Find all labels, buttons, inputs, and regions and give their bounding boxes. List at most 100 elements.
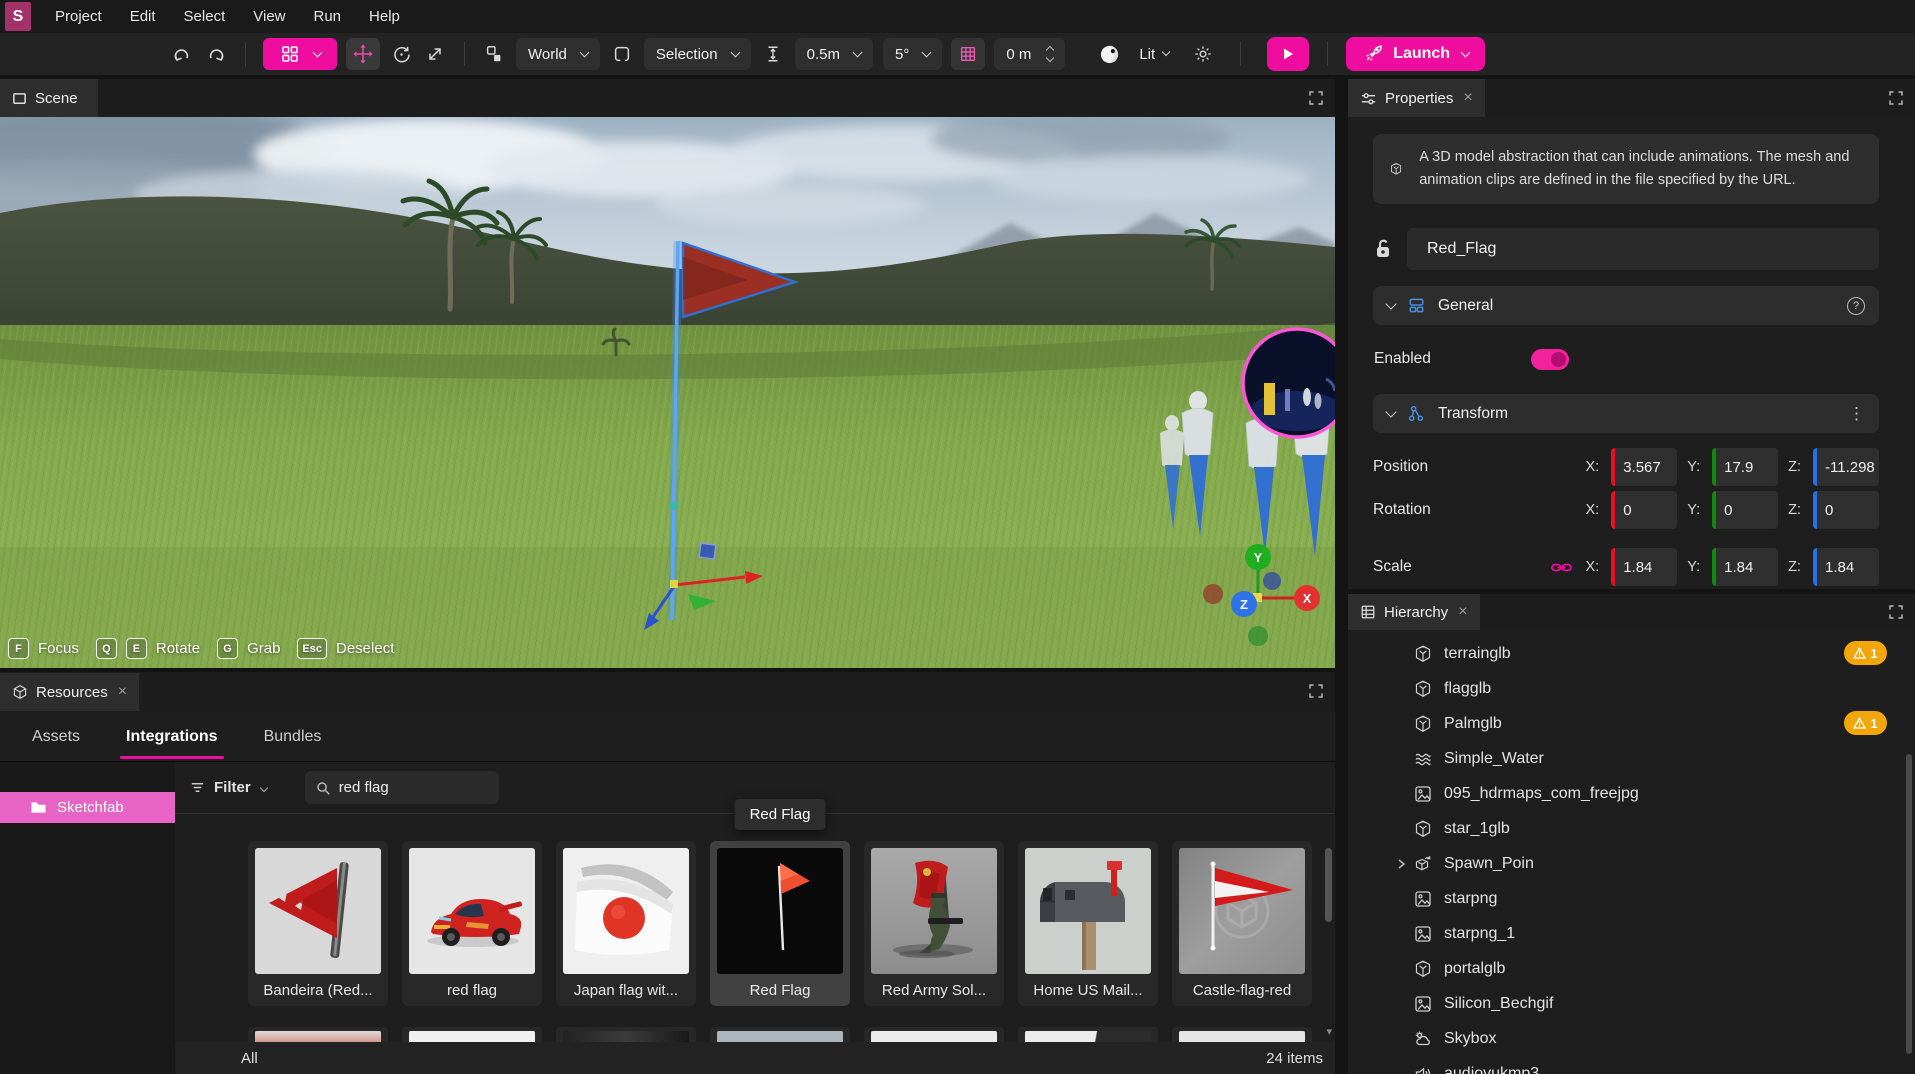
viewport-3d[interactable]: Y X Z FFocusQERotateGGrabEscDeselect (0, 117, 1335, 668)
coordinate-space-dropdown[interactable]: World (516, 38, 600, 70)
settings-button[interactable] (1186, 38, 1220, 70)
resource-thumbnail (409, 848, 535, 974)
play-button[interactable] (1267, 37, 1309, 71)
menu-item-view[interactable]: View (239, 0, 299, 33)
value-field-x[interactable]: 0 (1611, 491, 1677, 529)
expand-icon[interactable] (1889, 91, 1903, 105)
launch-button[interactable]: Launch (1346, 37, 1485, 71)
hierarchy-item-Palmglb[interactable]: Palmglb1 (1348, 706, 1915, 741)
value-field-y[interactable]: 17.9 (1712, 448, 1778, 486)
menu-item-edit[interactable]: Edit (116, 0, 170, 33)
resource-card-partial[interactable] (1172, 1027, 1312, 1042)
filter-button[interactable]: Filter (189, 779, 267, 796)
value-field-y[interactable]: 0 (1712, 491, 1778, 529)
value-field-z[interactable]: 0 (1813, 491, 1879, 529)
stepper-arrows[interactable] (1047, 47, 1053, 61)
hierarchy-item-Skybox[interactable]: Skybox (1348, 1021, 1915, 1056)
grid-snap-toggle[interactable] (951, 38, 985, 70)
hierarchy-item-star_1glb[interactable]: star_1glb (1348, 811, 1915, 846)
redo-button[interactable] (199, 38, 233, 70)
tab-integrations[interactable]: Integrations (124, 715, 220, 759)
value-field-x[interactable]: 1.84 (1611, 548, 1677, 586)
hierarchy-item-Simple_Water[interactable]: Simple_Water (1348, 741, 1915, 776)
hierarchy-item-audiovukmp3[interactable]: audiovukmp3 (1348, 1056, 1915, 1074)
kebab-menu-icon[interactable]: ⋮ (1848, 404, 1865, 424)
section-general[interactable]: General ? (1373, 286, 1879, 325)
hierarchy-item-Spawn_Poin[interactable]: Spawn_Poin (1348, 846, 1915, 881)
expand-icon[interactable] (1309, 91, 1323, 105)
move-snap-dropdown[interactable]: 0.5m (795, 38, 873, 70)
resource-card-partial[interactable] (1018, 1027, 1158, 1042)
menu-item-project[interactable]: Project (41, 0, 116, 33)
hierarchy-item-starpng_1[interactable]: starpng_1 (1348, 916, 1915, 951)
scroll-down-arrow[interactable]: ▾ (1326, 1025, 1332, 1038)
sidebar-item-sketchfab[interactable]: Sketchfab (0, 792, 175, 823)
resource-card-partial[interactable] (864, 1027, 1004, 1042)
tab-resources[interactable]: Resources × (0, 673, 139, 711)
resource-card-bandeira-red-[interactable]: Bandeira (Red... (248, 841, 388, 1006)
value-field-x[interactable]: 3.567 (1611, 448, 1677, 486)
expand-icon[interactable] (1889, 605, 1903, 619)
object-name-input[interactable] (1407, 228, 1879, 270)
hierarchy-item-Silicon_Bechgif[interactable]: Silicon_Bechgif (1348, 986, 1915, 1021)
grid-scrollbar[interactable] (1325, 848, 1332, 922)
expand-icon[interactable] (1309, 684, 1323, 698)
resource-card-japan-flag-wit-[interactable]: Japan flag wit... (556, 841, 696, 1006)
resource-card-castle-flag-red[interactable]: Castle-flag-red (1172, 841, 1312, 1006)
app-logo[interactable]: S (5, 2, 31, 31)
menu-item-select[interactable]: Select (170, 0, 240, 33)
tab-bundles[interactable]: Bundles (262, 715, 324, 759)
pivot-button[interactable] (605, 38, 639, 70)
transform-space-button[interactable] (477, 38, 511, 70)
close-icon[interactable]: × (118, 683, 127, 701)
tab-hierarchy[interactable]: Hierarchy × (1348, 594, 1480, 630)
snap-vertical-button[interactable] (756, 38, 790, 70)
search-box[interactable] (305, 771, 499, 804)
search-input[interactable] (339, 779, 479, 796)
value-field-z[interactable]: -11.298 (1813, 448, 1879, 486)
tab-assets[interactable]: Assets (30, 715, 82, 759)
expand-chevron-icon[interactable] (1390, 858, 1412, 870)
warning-badge[interactable]: 1 (1844, 711, 1887, 735)
pivot-mode-dropdown[interactable]: Selection (644, 38, 751, 70)
enabled-toggle[interactable] (1531, 349, 1569, 370)
hierarchy-item-095_hdrmaps_com_freejpg[interactable]: 095_hdrmaps_com_freejpg (1348, 776, 1915, 811)
warning-badge[interactable]: 1 (1844, 641, 1887, 665)
link-icon[interactable] (1551, 561, 1572, 574)
unlock-icon[interactable] (1373, 237, 1393, 261)
value-field-y[interactable]: 1.84 (1712, 548, 1778, 586)
resource-card-home-us-mail-[interactable]: Home US Mail... (1018, 841, 1158, 1006)
tab-scene[interactable]: Scene (0, 79, 98, 117)
hierarchy-scrollbar[interactable] (1906, 754, 1912, 1054)
resource-card-red-flag[interactable]: Red Flag (710, 841, 850, 1006)
hierarchy-item-portalglb[interactable]: portalglb (1348, 951, 1915, 986)
rotate-snap-dropdown[interactable]: 5° (883, 38, 942, 70)
resource-card-partial[interactable] (248, 1027, 388, 1042)
menu-item-run[interactable]: Run (300, 0, 356, 33)
resource-card-red-army-sol-[interactable]: Red Army Sol... (864, 841, 1004, 1006)
scale-tool-button[interactable] (418, 38, 452, 70)
placement-mode-dropdown[interactable] (263, 38, 337, 70)
close-icon[interactable]: × (1463, 89, 1472, 107)
close-icon[interactable]: × (1458, 603, 1467, 621)
axis-label-y: Y: (1687, 459, 1700, 475)
scale-tool-icon (425, 44, 445, 64)
hierarchy-item-terrainglb[interactable]: terrainglb1 (1348, 636, 1915, 671)
rotate-tool-button[interactable] (384, 38, 418, 70)
value-field-z[interactable]: 1.84 (1813, 548, 1879, 586)
resource-card-partial[interactable] (710, 1027, 850, 1042)
shading-dropdown[interactable]: Lit (1127, 38, 1181, 70)
hierarchy-item-flagglb[interactable]: flagglb (1348, 671, 1915, 706)
menu-item-help[interactable]: Help (355, 0, 414, 33)
section-transform[interactable]: Transform ⋮ (1373, 394, 1879, 433)
move-tool-button[interactable] (346, 38, 380, 70)
undo-button[interactable] (165, 38, 199, 70)
resource-card-partial[interactable] (556, 1027, 696, 1042)
hierarchy-item-starpng[interactable]: starpng (1348, 881, 1915, 916)
model-icon (1412, 959, 1434, 979)
help-icon[interactable]: ? (1847, 297, 1865, 315)
resource-card-red-flag[interactable]: red flag (402, 841, 542, 1006)
height-stepper[interactable]: 0 m (994, 38, 1065, 70)
resource-card-partial[interactable] (402, 1027, 542, 1042)
tab-properties[interactable]: Properties × (1348, 79, 1485, 117)
